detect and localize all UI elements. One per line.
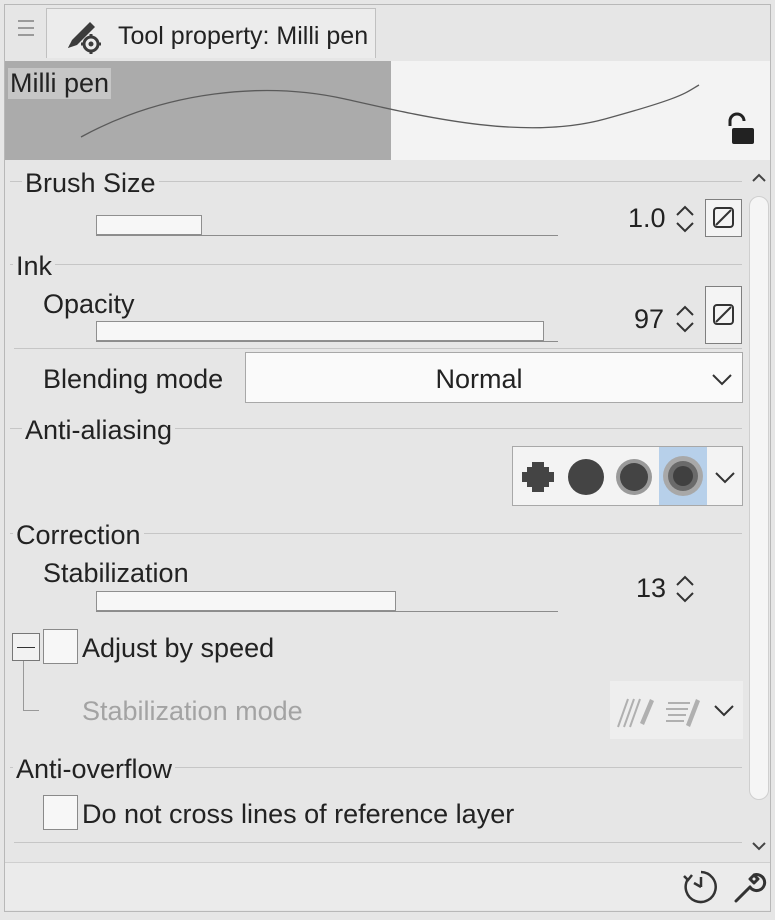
up-down-chevron-icon[interactable] [672,302,698,336]
stabilization-label: Stabilization [43,558,189,588]
chevron-down-icon[interactable] [711,463,739,491]
do-not-cross-lines-label: Do not cross lines of reference layer [82,799,515,829]
section-divider [10,264,742,265]
weak-icon[interactable] [563,451,609,503]
adjust-by-speed-label: Adjust by speed [82,633,275,663]
chevron-down-icon[interactable] [710,696,738,724]
correction-label: Correction [13,522,144,549]
brush-size-value[interactable]: 1.0 [628,205,666,232]
tree-connector [23,661,39,711]
brush-size-slider[interactable] [96,214,558,236]
opacity-pressure-button[interactable] [705,286,742,344]
wrench-settings-icon[interactable] [731,868,769,906]
brush-size-label: Brush Size [22,170,159,197]
stabilization-mode-1-icon [614,689,656,731]
adjust-by-speed-checkbox[interactable] [43,629,78,664]
stabilization-mode-2-icon [662,689,704,731]
scroll-down-button[interactable] [747,834,771,860]
ink-label: Ink [13,253,56,280]
hamburger-menu-icon[interactable] [9,12,41,44]
anti-aliasing-selector[interactable] [512,446,743,506]
opacity-label: Opacity [43,289,135,319]
opacity-slider[interactable] [96,320,558,342]
collapse-toggle[interactable] [12,633,40,661]
stroke-preview [80,84,700,138]
scrollbar-track[interactable] [749,196,769,800]
scroll-up-button[interactable] [747,164,771,190]
stabilization-slider[interactable] [96,590,558,612]
strong-icon[interactable] [659,447,707,505]
none-icon[interactable] [515,451,561,503]
stabilization-mode-selector[interactable] [610,681,743,739]
pen-gear-icon [62,14,106,54]
blending-mode-dropdown[interactable]: Normal [245,352,743,403]
brush-size-pressure-button[interactable] [705,199,742,237]
do-not-cross-lines-checkbox[interactable] [43,795,78,830]
opacity-value[interactable]: 97 [634,306,664,333]
up-down-chevron-icon[interactable] [672,202,698,236]
up-down-chevron-icon[interactable] [672,572,698,606]
unlocked-padlock-icon[interactable] [724,112,760,148]
footer-toolbar [5,862,770,910]
chevron-down-icon [708,365,736,393]
tab-title: Tool property: Milli pen [118,22,369,50]
reset-clock-icon[interactable] [682,868,720,906]
medium-icon[interactable] [611,451,657,503]
blending-mode-value: Normal [435,364,523,394]
anti-overflow-label: Anti-overflow [13,756,176,783]
row-divider [14,842,742,843]
stabilization-value[interactable]: 13 [636,575,666,602]
blending-mode-label: Blending mode [43,364,224,394]
anti-aliasing-label: Anti-aliasing [22,417,176,444]
row-divider [14,348,742,349]
stabilization-mode-label: Stabilization mode [82,696,303,726]
